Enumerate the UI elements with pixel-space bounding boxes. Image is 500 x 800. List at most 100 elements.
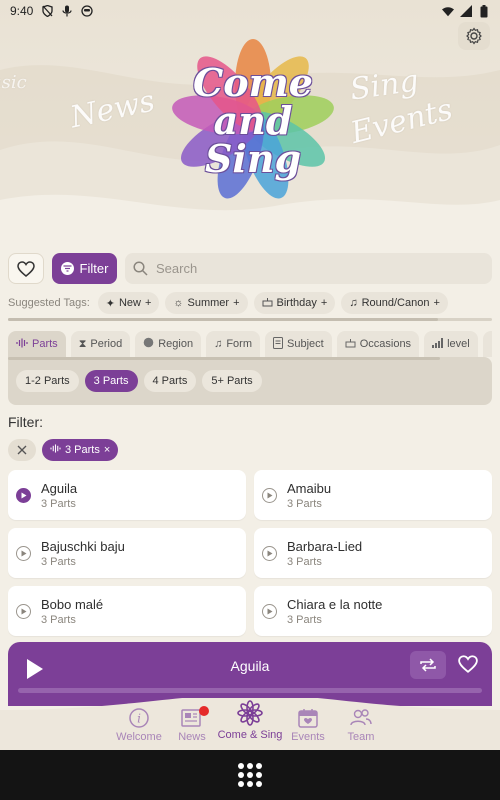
song-title: Bajuschki baju xyxy=(41,538,125,554)
song-parts: 3 Parts xyxy=(287,555,322,568)
song-parts: 3 Parts xyxy=(41,497,76,510)
favorites-button[interactable] xyxy=(8,253,44,284)
cake-icon xyxy=(262,297,273,310)
remove-chip-icon[interactable]: × xyxy=(104,444,110,456)
tab-form[interactable]: ♫ Form xyxy=(206,331,260,357)
hourglass-icon: ⧗ xyxy=(78,337,87,350)
search-input[interactable]: Search xyxy=(125,253,492,284)
tag-round-canon[interactable]: ♫ Round/Canon + xyxy=(341,292,448,314)
repeat-icon xyxy=(420,658,436,672)
logo-text: Come and Sing xyxy=(193,60,313,181)
search-placeholder: Search xyxy=(156,261,198,276)
song-card[interactable]: Bobo malé 3 Parts xyxy=(8,586,246,636)
sparkle-icon: ✦ xyxy=(105,297,115,310)
play-icon[interactable] xyxy=(16,603,31,619)
song-title: Bobo malé xyxy=(41,596,104,612)
song-card[interactable]: Barbara-Lied 3 Parts xyxy=(254,528,492,578)
calendar-icon xyxy=(298,709,318,728)
sun-icon: ☼ xyxy=(173,297,184,309)
tag-birthday[interactable]: Birthday + xyxy=(253,292,336,314)
tab-more[interactable]: ☺ xyxy=(482,331,492,357)
tab-parts[interactable]: Parts xyxy=(8,331,66,357)
repeat-button[interactable] xyxy=(410,651,446,679)
filter-label: Filter: xyxy=(8,414,43,430)
settings-button[interactable] xyxy=(458,22,490,50)
cake-icon xyxy=(345,338,356,351)
song-parts: 3 Parts xyxy=(41,555,76,568)
tab-occasions[interactable]: Occasions xyxy=(336,331,420,357)
flower-icon xyxy=(237,700,263,726)
song-list: Aguila 3 Parts Amaibu 3 Parts Bajuschki … xyxy=(8,470,492,636)
tab-subject[interactable]: Subject xyxy=(265,331,332,357)
active-filter-chip[interactable]: 3 Parts × xyxy=(42,439,119,461)
face-icon xyxy=(81,5,94,17)
music-list-icon: ♫ xyxy=(349,297,358,309)
battery-icon xyxy=(478,4,490,17)
category-tabs: Parts ⧗ Period Region ♫ Form Subject Occ… xyxy=(8,331,492,357)
search-icon xyxy=(133,261,148,276)
song-card[interactable]: Bajuschki baju 3 Parts xyxy=(8,528,246,578)
play-icon[interactable] xyxy=(262,545,277,561)
bottom-navigation: i Welcome News Come & Sing Events Team xyxy=(0,698,500,750)
music-list-icon: ♫ xyxy=(214,338,223,350)
app-grid-icon[interactable] xyxy=(237,762,263,788)
parts-option-1-2[interactable]: 1-2 Parts xyxy=(16,370,79,392)
song-parts: 3 Parts xyxy=(287,497,322,510)
tab-level[interactable]: level xyxy=(424,331,478,357)
parts-option-3[interactable]: 3 Parts xyxy=(84,370,138,392)
suggested-tags-label: Suggested Tags: xyxy=(8,297,90,309)
clear-filters-button[interactable] xyxy=(8,439,36,461)
song-title: Chiara e la notte xyxy=(287,596,383,612)
play-icon[interactable] xyxy=(16,545,31,561)
news-notification-badge xyxy=(199,706,209,716)
play-icon[interactable] xyxy=(16,487,31,503)
add-icon: + xyxy=(233,297,240,309)
gear-icon xyxy=(466,27,482,45)
tag-summer[interactable]: ☼ Summer + xyxy=(165,292,248,314)
song-title: Barbara-Lied xyxy=(287,538,363,554)
document-icon xyxy=(273,336,283,352)
status-bar: 9:40 xyxy=(0,0,500,22)
filter-button-label: Filter xyxy=(79,261,109,276)
filter-button[interactable]: Filter xyxy=(52,253,117,284)
hero-header: usic News Sing Events Come and Sing xyxy=(0,0,500,245)
play-icon[interactable] xyxy=(262,487,277,503)
tab-region[interactable]: Region xyxy=(135,331,202,357)
search-toolbar: Filter Search xyxy=(8,253,492,284)
heart-icon xyxy=(17,260,35,277)
shield-off-icon xyxy=(41,5,53,17)
add-icon: + xyxy=(144,297,152,309)
song-card[interactable]: Chiara e la notte 3 Parts xyxy=(254,586,492,636)
song-title: Aguila xyxy=(41,480,78,496)
play-icon[interactable] xyxy=(262,603,277,619)
song-title: Amaibu xyxy=(287,480,332,496)
song-parts: 3 Parts xyxy=(41,613,76,626)
close-icon xyxy=(17,445,27,455)
active-filters: 3 Parts × xyxy=(8,439,119,461)
parts-options: 1-2 Parts 3 Parts 4 Parts 5+ Parts xyxy=(16,370,262,392)
microphone-icon xyxy=(61,5,73,17)
system-navigation-bar xyxy=(0,750,500,800)
category-scrollbar[interactable] xyxy=(8,357,440,360)
add-icon: + xyxy=(433,297,440,309)
add-icon: + xyxy=(320,297,328,309)
tags-scrollbar[interactable] xyxy=(8,318,492,321)
nav-team[interactable]: Team xyxy=(326,708,396,743)
svg-text:i: i xyxy=(137,712,141,726)
suggested-tags-row: Suggested Tags: ✦ New + ☼ Summer + Birth… xyxy=(8,292,492,314)
parts-option-5-plus[interactable]: 5+ Parts xyxy=(202,370,262,392)
song-card[interactable]: Amaibu 3 Parts xyxy=(254,470,492,520)
signal-icon xyxy=(460,5,472,17)
tag-new[interactable]: ✦ New + xyxy=(97,292,160,314)
globe-icon xyxy=(143,337,154,351)
bars-icon xyxy=(432,337,444,351)
waveform-icon xyxy=(50,444,61,456)
player-heart-icon[interactable] xyxy=(458,654,478,674)
song-card[interactable]: Aguila 3 Parts xyxy=(8,470,246,520)
parts-option-4[interactable]: 4 Parts xyxy=(143,370,197,392)
song-parts: 3 Parts xyxy=(287,613,322,626)
come-and-sing-logo: Come and Sing xyxy=(168,36,338,206)
tab-period[interactable]: ⧗ Period xyxy=(70,331,131,357)
player-progress-bar[interactable] xyxy=(18,688,482,693)
waveform-icon xyxy=(16,338,28,351)
